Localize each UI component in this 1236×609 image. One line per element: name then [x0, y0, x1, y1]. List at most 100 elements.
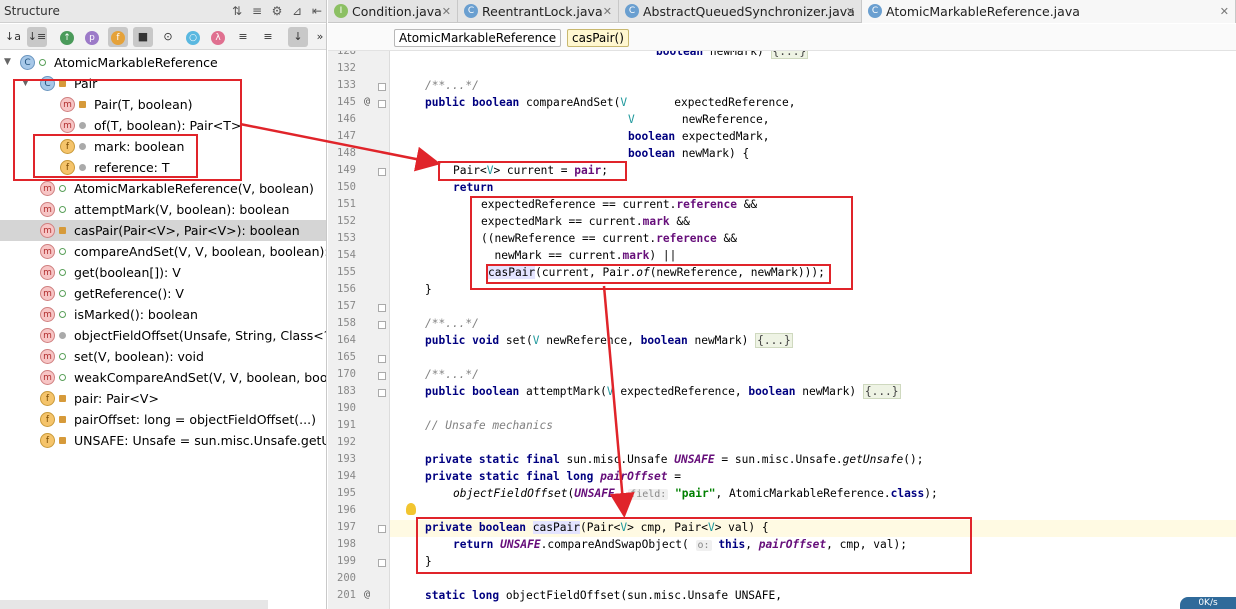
fold-marker-icon[interactable] [378, 321, 386, 329]
tree-item[interactable]: m weakCompareAndSet(V, V, boolean, boolea… [0, 367, 326, 388]
tree-item[interactable]: f UNSAFE: Unsafe = sun.misc.Unsafe.getUns… [0, 430, 326, 451]
close-tab-icon[interactable]: ✕ [1220, 0, 1229, 23]
annotation-box-caspair-call [486, 264, 831, 284]
show-properties-icon[interactable]: p [82, 27, 102, 47]
tree-item[interactable]: m get(boolean[]): V [0, 262, 326, 283]
show-lambdas-icon[interactable]: ○ [183, 27, 203, 47]
tree-item[interactable]: ▼ C AtomicMarkableReference [0, 52, 326, 73]
close-tab-icon[interactable]: ✕ [603, 0, 612, 23]
method-icon: m [40, 286, 55, 301]
close-tab-icon[interactable]: ✕ [846, 0, 855, 23]
public-icon [59, 311, 66, 318]
fold-marker-icon[interactable] [378, 389, 386, 397]
line-number: 196 [337, 504, 356, 516]
tree-item-label: compareAndSet(V, V, boolean, boolean): b… [74, 244, 327, 259]
method-icon: m [40, 202, 55, 217]
line-number: 158 [337, 317, 356, 329]
show-non-public-icon[interactable]: ■ [133, 27, 153, 47]
override-marker-icon: @ [364, 96, 371, 107]
method-icon: m [40, 244, 55, 259]
method-icon: m [40, 265, 55, 280]
public-icon [59, 269, 66, 276]
method-icon: m [40, 349, 55, 364]
tree-item[interactable]: m getReference(): V [0, 283, 326, 304]
method-icon: m [40, 328, 55, 343]
line-number: 183 [337, 385, 356, 397]
code-line: public void set(V newReference, boolean … [425, 333, 793, 348]
editor-gutter: 128 132 133 145 146 147 148 149 150 151 152 153 154 1… [328, 51, 390, 609]
editor-tab[interactable]: C AtomicMarkableReference.java ✕ [862, 0, 1236, 23]
tree-item[interactable]: m attemptMark(V, boolean): boolean [0, 199, 326, 220]
tree-item[interactable]: m casPair(Pair<V>, Pair<V>): boolean [0, 220, 326, 241]
line-number: 155 [337, 266, 356, 278]
fold-marker-icon[interactable] [378, 304, 386, 312]
expand-icon[interactable]: ≡ [233, 27, 253, 47]
fold-marker-icon[interactable] [378, 100, 386, 108]
breadcrumb-method[interactable]: casPair() [567, 29, 629, 47]
expand-all-icon[interactable]: ⇅ [229, 3, 245, 19]
public-icon [59, 248, 66, 255]
autoscroll-icon[interactable]: ↓ [288, 27, 308, 47]
line-number: 147 [337, 130, 356, 142]
public-icon [59, 290, 66, 297]
fold-marker-icon[interactable] [378, 355, 386, 363]
class-icon: C [20, 55, 35, 70]
structure-header: Structure ⇅ ≡ ⚙ ⊿ ⇤ [0, 0, 326, 23]
line-number: 132 [337, 62, 356, 74]
line-number: 150 [337, 181, 356, 193]
line-number: 165 [337, 351, 356, 363]
tree-item[interactable]: m compareAndSet(V, V, boolean, boolean): … [0, 241, 327, 262]
tree-item-label: attemptMark(V, boolean): boolean [74, 202, 290, 217]
tree-item-label: AtomicMarkableReference(V, boolean) [74, 181, 314, 196]
line-number: 146 [337, 113, 356, 125]
editor-tab[interactable]: C AbstractQueuedSynchronizer.java ✕ [619, 0, 862, 23]
horizontal-scrollbar[interactable] [0, 600, 268, 609]
fold-marker-icon[interactable] [378, 559, 386, 567]
public-icon [39, 59, 46, 66]
tree-item-label: pair: Pair<V> [74, 391, 159, 406]
tree-item[interactable]: m set(V, boolean): void [0, 346, 326, 367]
fold-marker-icon[interactable] [378, 168, 386, 176]
sort-visibility-icon[interactable]: ↓≡ [27, 27, 47, 47]
line-number: 191 [337, 419, 356, 431]
pin-icon[interactable]: ⊿ [289, 3, 305, 19]
editor-tab[interactable]: I Condition.java ✕ [328, 0, 458, 23]
expand-arrow-icon[interactable]: ▼ [4, 52, 11, 73]
hide-panel-icon[interactable]: ⇤ [309, 3, 325, 19]
line-number: 164 [337, 334, 356, 346]
code-line: // Unsafe mechanics [425, 419, 553, 432]
gear-icon[interactable]: ⚙ [269, 3, 285, 19]
sort-alpha-icon[interactable]: ↓a [3, 27, 23, 47]
tree-item[interactable]: m AtomicMarkableReference(V, boolean) [0, 178, 326, 199]
fold-marker-icon[interactable] [378, 83, 386, 91]
fold-marker-icon[interactable] [378, 372, 386, 380]
collapse-icon[interactable]: ≡ [258, 27, 278, 47]
show-lambda-icon[interactable]: λ [208, 27, 228, 47]
editor-tab[interactable]: C ReentrantLock.java ✕ [458, 0, 619, 23]
more-icon[interactable]: » [310, 27, 326, 47]
tree-item[interactable]: f pair: Pair<V> [0, 388, 326, 409]
tree-item[interactable]: m objectFieldOffset(Unsafe, String, Class… [0, 325, 326, 346]
tree-item[interactable]: f pairOffset: long = objectFieldOffset(..… [0, 409, 326, 430]
line-number: 199 [337, 555, 356, 567]
line-number: 154 [337, 249, 356, 261]
code-line: V newReference, [628, 113, 770, 126]
show-anonymous-icon[interactable]: ⊙ [158, 27, 178, 47]
show-fields-icon[interactable]: f [108, 27, 128, 47]
line-number: 193 [337, 453, 356, 465]
line-number: 197 [337, 521, 356, 533]
fold-marker-icon[interactable] [378, 525, 386, 533]
annotation-box-fields [33, 134, 198, 178]
code-line: boolean newMark) {...} [656, 51, 809, 59]
breadcrumb-class[interactable]: AtomicMarkableReference [394, 29, 562, 47]
code-line: } [425, 283, 432, 296]
close-tab-icon[interactable]: ✕ [442, 0, 451, 23]
line-number: 192 [337, 436, 356, 448]
collapse-all-icon[interactable]: ≡ [249, 3, 265, 19]
show-inherited-icon[interactable]: ↑ [57, 27, 77, 47]
tree-item[interactable]: m isMarked(): boolean [0, 304, 326, 325]
lightbulb-icon[interactable] [406, 503, 416, 515]
line-number: 149 [337, 164, 356, 176]
field-icon: f [40, 391, 55, 406]
code-line: public boolean attemptMark(V expectedRef… [425, 384, 901, 399]
